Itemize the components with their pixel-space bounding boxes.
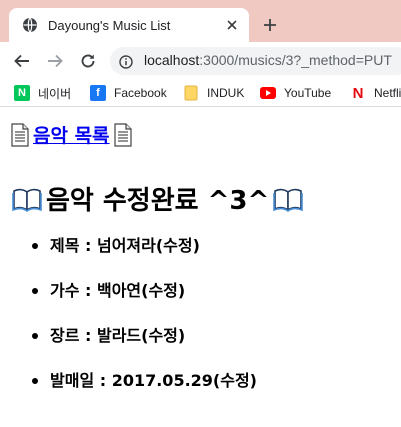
open-book-icon (12, 186, 42, 212)
netflix-icon: N (352, 84, 364, 102)
page-content: 음악 목록 음악 수정완료 ^3^ 제목 : 넘어져라(수정) 가수: 백아연… (0, 108, 401, 427)
address-bar[interactable]: localhost:3000/musics/3?_method=PUT (110, 47, 401, 75)
open-book-icon (273, 186, 304, 212)
page-title-text: 음악 수정완료 ^3^ (46, 186, 270, 216)
bookmark-label: Netflix (374, 86, 401, 100)
url-text: localhost:3000/musics/3?_method=PUT (144, 52, 392, 68)
bookmark-label: INDUK (207, 86, 245, 100)
bookmark-netflix[interactable]: N Netflix (350, 84, 401, 102)
detail-title: 제목 : 넘어져라(수정) (30, 236, 257, 281)
bookmark-naver[interactable]: N 네이버 (14, 84, 71, 102)
reload-icon[interactable] (78, 51, 98, 71)
music-details-list: 제목 : 넘어져라(수정) 가수 : 백아연(수정) 장르 : 발라드(수정) … (30, 236, 257, 416)
bookmark-facebook[interactable]: f Facebook (90, 84, 167, 102)
bookmark-label: Facebook (114, 86, 167, 100)
globe-icon (21, 17, 38, 34)
naver-icon: N (14, 85, 30, 101)
page-title: 음악 수정완료 ^3^ (12, 180, 304, 217)
back-arrow-icon[interactable] (12, 51, 32, 71)
browser-toolbar: localhost:3000/musics/3?_method=PUT (0, 42, 401, 79)
bookmarks-bar: N 네이버 f Facebook INDUK YouTube N Netflix (0, 79, 401, 107)
close-icon[interactable] (225, 18, 239, 32)
detail-genre: 장르 : 발라드(수정) (30, 326, 257, 371)
tab-title: Dayoung's Music List (48, 17, 171, 33)
youtube-icon (260, 85, 276, 101)
tab-strip: Dayoung's Music List (0, 0, 401, 42)
bookmark-label: 네이버 (38, 86, 72, 101)
folder-icon (183, 85, 199, 101)
facebook-icon: f (90, 85, 106, 101)
new-tab-plus-icon[interactable] (260, 15, 280, 35)
page-facing-up-icon (112, 122, 134, 147)
detail-release-date: 발매일 : 2017.05.29(수정) (30, 371, 257, 416)
music-list-link[interactable]: 음악 목록 (9, 121, 134, 148)
info-icon[interactable] (119, 54, 133, 69)
bookmark-youtube[interactable]: YouTube (260, 84, 331, 102)
bookmark-induk[interactable]: INDUK (183, 84, 244, 102)
detail-artist: 가수 : 백아연(수정) (30, 281, 257, 326)
browser-tab[interactable]: Dayoung's Music List (9, 8, 249, 42)
url-host: localhost (144, 52, 200, 68)
url-path: :3000/musics/3?_method=PUT (199, 52, 392, 68)
page-facing-up-icon (9, 122, 31, 147)
forward-arrow-icon[interactable] (45, 51, 65, 71)
bookmark-label: YouTube (284, 86, 332, 100)
music-list-link-text[interactable]: 음악 목록 (33, 121, 110, 148)
